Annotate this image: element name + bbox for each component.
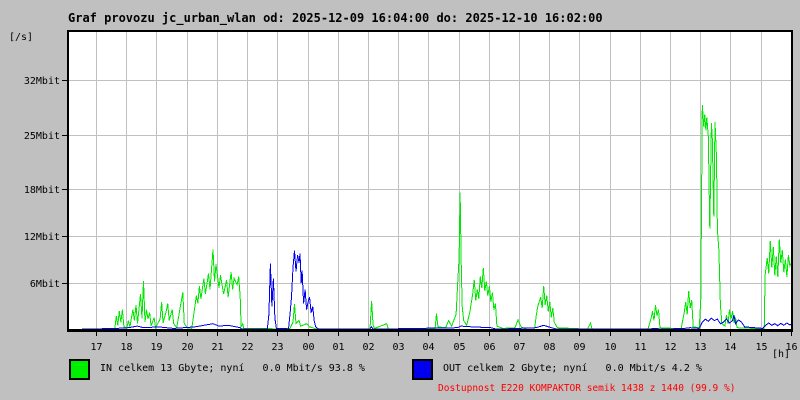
x-axis-label: 22 (241, 342, 253, 353)
x-axis-label: 18 (120, 342, 132, 353)
x-axis-label: 07 (513, 342, 525, 353)
x-axis-label: 23 (271, 342, 283, 353)
x-axis-label: 17 (90, 342, 102, 353)
x-axis-label: 15 (755, 342, 767, 353)
x-axis-label: 20 (181, 342, 193, 353)
y-axis-label: 32Mbit (24, 76, 60, 87)
x-axis-label: 10 (604, 342, 616, 353)
x-axis-label: 08 (543, 342, 555, 353)
x-axis-label: 19 (150, 342, 162, 353)
y-axis-label: 25Mbit (24, 131, 60, 142)
y-axis-label: 12Mbit (24, 232, 60, 243)
x-axis-labels: 17 18 19 20 21 22 23 00 01 02 03 04 05 06 07 08 09 10 11 12… (90, 342, 797, 353)
x-axis-label: 12 (664, 342, 676, 353)
x-axis-label: 03 (392, 342, 404, 353)
x-axis-label: 01 (332, 342, 344, 353)
traffic-graph-page: Graf provozu jc_urban_wlan od: 2025-12-0… (0, 0, 800, 400)
traffic-chart: 17 18 19 20 21 22 23 00 01 02 03 04 05 06 07 08 09 10 11 12… (24, 30, 798, 353)
x-axis-label: 00 (302, 342, 314, 353)
x-axis-label: 14 (724, 342, 736, 353)
x-axis-label: 05 (453, 342, 465, 353)
availability-text: Dostupnost E220 KOMPAKTOR semik 1438 z 1… (438, 383, 736, 394)
y-axis-labels: 6Mbit 12Mbit 18Mbit 25Mbit 32Mbit (24, 76, 60, 290)
in-legend-swatch (69, 359, 90, 380)
y-axis-label: 18Mbit (24, 185, 60, 196)
x-axis-label: 09 (573, 342, 585, 353)
x-axis-label: 21 (211, 342, 223, 353)
out-legend-swatch (412, 359, 433, 380)
x-axis-label: 06 (483, 342, 495, 353)
x-axis-label: 11 (634, 342, 646, 353)
in-legend-label: IN celkem 13 Gbyte; nyní 0.0 Mbit/s 93.8… (100, 363, 365, 374)
x-axis-label: 13 (694, 342, 706, 353)
y-axis-label: 6Mbit (30, 279, 60, 290)
x-axis-unit-label: [h] (772, 349, 791, 360)
x-axis-label: 02 (362, 342, 374, 353)
x-axis-label: 04 (422, 342, 434, 353)
out-legend-label: OUT celkem 2 Gbyte; nyní 0.0 Mbit/s 4.2 … (443, 363, 702, 374)
plot-background (68, 31, 792, 330)
